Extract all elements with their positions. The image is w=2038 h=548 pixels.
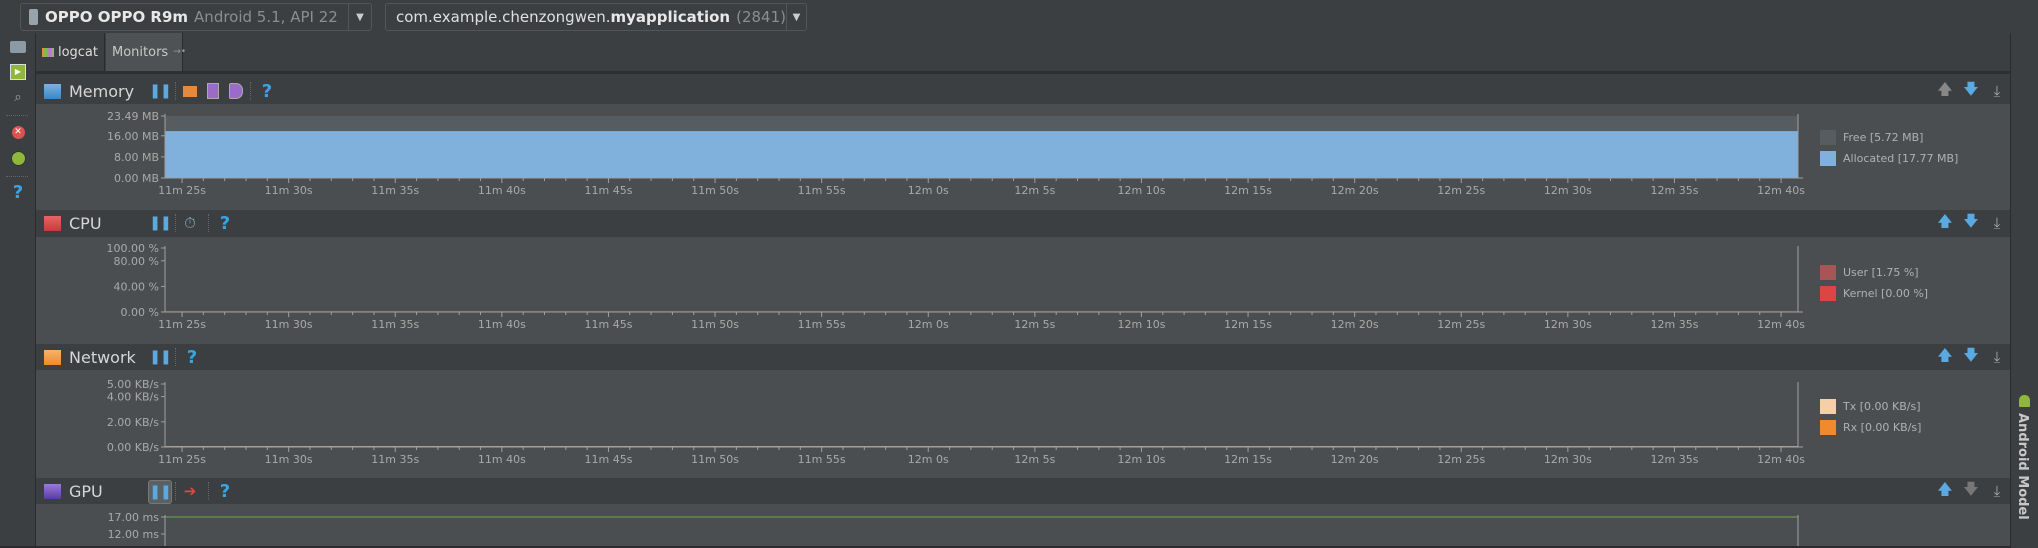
x-tick-label: 12m 25s bbox=[1437, 318, 1485, 331]
x-tick-label: 12m 30s bbox=[1544, 453, 1592, 466]
y-tick-label: 0.00 KB/s bbox=[107, 441, 159, 454]
x-tick-label: 11m 40s bbox=[478, 453, 526, 466]
y-tick-label: 2.00 KB/s bbox=[107, 416, 159, 429]
x-tick-label: 12m 25s bbox=[1437, 453, 1485, 466]
x-tick-label: 11m 35s bbox=[371, 318, 419, 331]
x-tick-label: 12m 0s bbox=[908, 184, 949, 197]
x-tick-label: 11m 50s bbox=[691, 318, 739, 331]
x-tick-label: 12m 35s bbox=[1650, 318, 1698, 331]
x-tick-label: 11m 25s bbox=[158, 318, 206, 331]
y-tick-label: 100.00 % bbox=[107, 242, 159, 255]
x-tick-label: 11m 25s bbox=[158, 453, 206, 466]
y-tick-label: 0.00 MB bbox=[114, 172, 159, 185]
x-tick-label: 11m 35s bbox=[371, 184, 419, 197]
x-tick-label: 12m 5s bbox=[1014, 318, 1055, 331]
x-tick-label: 11m 40s bbox=[478, 318, 526, 331]
x-tick-label: 12m 5s bbox=[1014, 184, 1055, 197]
x-tick-label: 12m 20s bbox=[1331, 453, 1379, 466]
x-tick-label: 12m 30s bbox=[1544, 318, 1592, 331]
x-tick-label: 12m 30s bbox=[1544, 184, 1592, 197]
y-tick-label: 12.00 ms bbox=[108, 528, 160, 541]
x-tick-label: 12m 40s bbox=[1757, 184, 1805, 197]
android-icon bbox=[2019, 395, 2030, 407]
x-tick-label: 11m 45s bbox=[584, 184, 632, 197]
y-tick-label: 0.00 % bbox=[121, 306, 159, 319]
x-tick-label: 12m 10s bbox=[1117, 184, 1165, 197]
allocated-area bbox=[165, 131, 1798, 178]
x-tick-label: 12m 10s bbox=[1117, 318, 1165, 331]
x-tick-label: 12m 20s bbox=[1331, 184, 1379, 197]
x-tick-label: 12m 15s bbox=[1224, 318, 1272, 331]
x-tick-label: 11m 55s bbox=[798, 318, 846, 331]
y-tick-label: 17.00 ms bbox=[108, 511, 160, 524]
x-tick-label: 12m 0s bbox=[908, 453, 949, 466]
x-tick-label: 12m 15s bbox=[1224, 184, 1272, 197]
y-tick-label: 23.49 MB bbox=[107, 110, 159, 123]
x-tick-label: 12m 25s bbox=[1437, 184, 1485, 197]
x-tick-label: 12m 35s bbox=[1650, 184, 1698, 197]
x-tick-label: 12m 20s bbox=[1331, 318, 1379, 331]
y-tick-label: 80.00 % bbox=[114, 255, 159, 268]
x-tick-label: 11m 35s bbox=[371, 453, 419, 466]
x-tick-label: 12m 40s bbox=[1757, 453, 1805, 466]
x-tick-label: 11m 45s bbox=[584, 318, 632, 331]
x-tick-label: 12m 15s bbox=[1224, 453, 1272, 466]
monitor-charts: 0.00 MB 8.00 MB 16.00 MB 23.49 MB 11m 25s 11m… bbox=[107, 110, 1805, 546]
x-tick-label: 11m 50s bbox=[691, 453, 739, 466]
x-tick-label: 11m 30s bbox=[265, 318, 313, 331]
x-tick-label: 12m 0s bbox=[908, 318, 949, 331]
x-tick-label: 11m 30s bbox=[265, 184, 313, 197]
y-tick-label: 40.00 % bbox=[114, 280, 159, 293]
y-tick-label: 16.00 MB bbox=[107, 130, 159, 143]
x-tick-label: 12m 35s bbox=[1650, 453, 1698, 466]
x-tick-label: 12m 5s bbox=[1014, 453, 1055, 466]
y-tick-label: 5.00 KB/s bbox=[107, 378, 159, 391]
x-tick-label: 11m 30s bbox=[265, 453, 313, 466]
x-tick-label: 11m 55s bbox=[798, 453, 846, 466]
x-tick-label: 11m 55s bbox=[798, 184, 846, 197]
y-tick-label: 8.00 MB bbox=[114, 151, 159, 164]
x-tick-label: 12m 10s bbox=[1117, 453, 1165, 466]
x-tick-label: 11m 25s bbox=[158, 184, 206, 197]
x-tick-label: 11m 50s bbox=[691, 184, 739, 197]
x-tick-label: 12m 40s bbox=[1757, 318, 1805, 331]
android-model-tab[interactable]: Android Model bbox=[2015, 413, 2030, 520]
y-tick-label: 4.00 KB/s bbox=[107, 391, 159, 404]
free-area bbox=[165, 116, 1798, 132]
x-tick-label: 11m 40s bbox=[478, 184, 526, 197]
x-tick-label: 11m 45s bbox=[584, 453, 632, 466]
right-tool-strip: Android Model bbox=[2010, 33, 2038, 548]
